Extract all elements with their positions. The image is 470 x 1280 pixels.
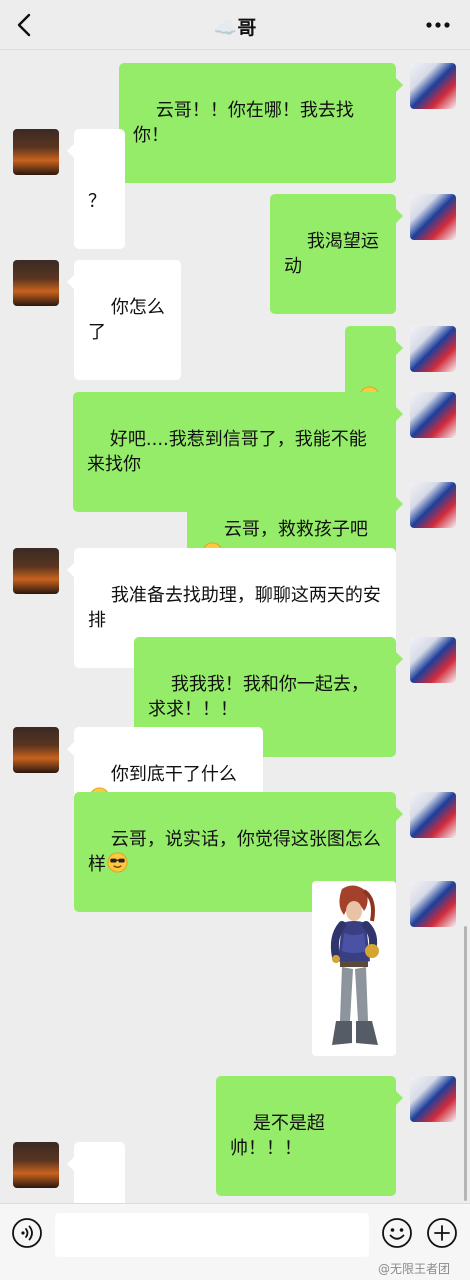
message-bubble-outgoing[interactable]: 我渴望运动: [270, 194, 403, 314]
contact-avatar[interactable]: [13, 129, 59, 175]
more-options-icon[interactable]: [424, 12, 452, 38]
image-message[interactable]: [312, 881, 396, 1056]
message-text: 是不是超帅！！！: [230, 1113, 325, 1159]
message-text: ？: [88, 191, 106, 212]
contact-avatar[interactable]: [13, 727, 59, 773]
message-bubble-incoming[interactable]: 帅: [67, 1142, 125, 1203]
message-text: 我我我！我和你一起去，求求！！！: [148, 674, 369, 720]
message-text: 我准备去找助理，聊聊这两天的安排: [88, 585, 381, 631]
message-text: 云哥！！你在哪！我去找你！: [133, 100, 354, 146]
my-avatar[interactable]: [410, 1076, 456, 1122]
my-avatar[interactable]: [410, 194, 456, 240]
chat-title: ☁️哥: [213, 17, 257, 39]
message-bubble-outgoing[interactable]: 云哥！！你在哪！我去找你！: [119, 63, 403, 183]
my-avatar[interactable]: [410, 63, 456, 109]
sunglasses-face-icon: [107, 852, 128, 873]
my-avatar[interactable]: [410, 392, 456, 438]
message-bubble-outgoing[interactable]: 是不是超帅！！！: [216, 1076, 403, 1196]
contact-avatar[interactable]: [13, 548, 59, 594]
emoji-picker-icon[interactable]: [381, 1217, 413, 1249]
character-image: [330, 885, 379, 1045]
message-text: 云哥，救救孩子吧: [223, 519, 368, 540]
more-functions-plus-icon[interactable]: [426, 1217, 458, 1249]
chat-header: ☁️哥: [0, 0, 470, 50]
my-avatar[interactable]: [410, 326, 456, 372]
message-list[interactable]: 云哥！！你在哪！我去找你！ ？ 我渴望运动 你怎么了 好吧....我惹到信哥了，…: [0, 51, 470, 1203]
message-text: 好吧....我惹到信哥了，我能不能来找你: [87, 429, 367, 475]
my-avatar[interactable]: [410, 792, 456, 838]
message-input[interactable]: [55, 1213, 369, 1257]
input-bar: @无限王者团: [0, 1203, 470, 1280]
message-bubble-incoming[interactable]: ？: [67, 129, 125, 249]
message-text: 我渴望运动: [284, 231, 379, 277]
watermark-text: @无限王者团: [378, 1262, 451, 1276]
message-text: 你到底干了什么: [110, 764, 237, 785]
voice-input-icon[interactable]: [11, 1217, 43, 1249]
contact-avatar[interactable]: [13, 1142, 59, 1188]
message-text: 云哥，说实话，你觉得这张图怎么样: [88, 829, 381, 875]
scrollbar[interactable]: [464, 926, 467, 1201]
my-avatar[interactable]: [410, 637, 456, 683]
message-bubble-incoming[interactable]: 你怎么了: [67, 260, 181, 380]
my-avatar[interactable]: [410, 881, 456, 927]
message-text: 你怎么了: [88, 297, 165, 343]
my-avatar[interactable]: [410, 482, 456, 528]
contact-avatar[interactable]: [13, 260, 59, 306]
